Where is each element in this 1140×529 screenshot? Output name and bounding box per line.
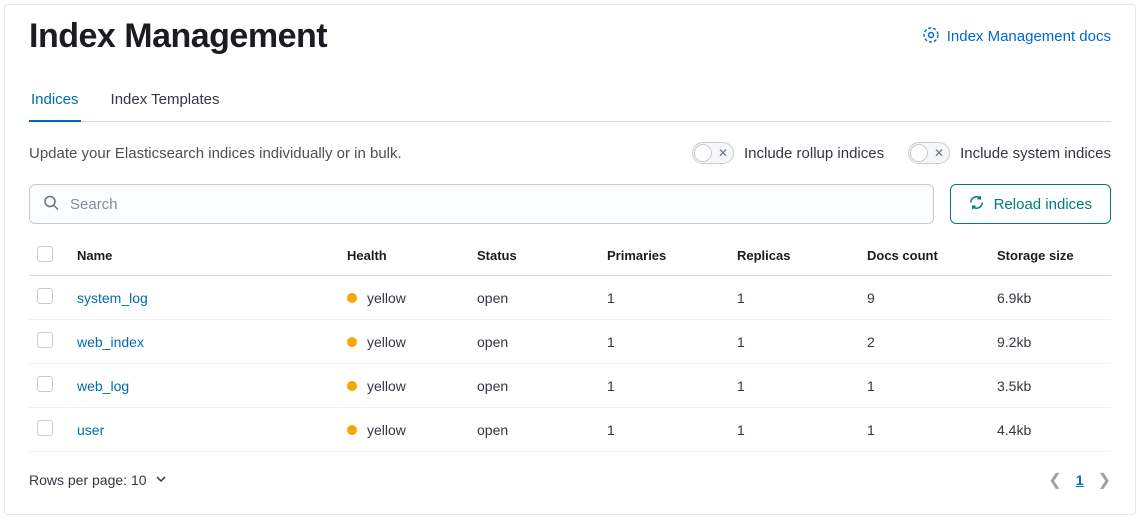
health-text: yellow — [367, 422, 406, 438]
primaries-cell: 1 — [599, 364, 729, 408]
table-row: useryellowopen1114.4kb — [29, 408, 1111, 452]
status-cell: open — [469, 276, 599, 320]
docs-link-label: Index Management docs — [947, 28, 1111, 45]
col-header-docs[interactable]: Docs count — [859, 236, 989, 276]
col-header-storage[interactable]: Storage size — [989, 236, 1111, 276]
status-cell: open — [469, 320, 599, 364]
status-cell: open — [469, 364, 599, 408]
index-name-link[interactable]: user — [77, 422, 104, 438]
tab-indices[interactable]: Indices — [29, 81, 81, 122]
tabs: Indices Index Templates — [29, 80, 1111, 122]
docs-cell: 1 — [859, 364, 989, 408]
replicas-cell: 1 — [729, 408, 859, 452]
toggle-off-icon: ✕ — [718, 146, 728, 160]
filter-description: Update your Elasticsearch indices indivi… — [29, 145, 402, 162]
rows-per-page-select[interactable]: Rows per page: 10 — [29, 472, 167, 488]
row-checkbox[interactable] — [37, 332, 53, 348]
replicas-cell: 1 — [729, 364, 859, 408]
toggle-off-icon: ✕ — [934, 146, 944, 160]
index-name-link[interactable]: web_log — [77, 378, 129, 394]
storage-cell: 3.5kb — [989, 364, 1111, 408]
search-input[interactable] — [29, 184, 934, 224]
chevron-down-icon — [155, 472, 167, 488]
storage-cell: 9.2kb — [989, 320, 1111, 364]
health-dot-icon — [347, 381, 357, 391]
pager-prev[interactable]: ❮ — [1048, 470, 1061, 490]
col-header-status[interactable]: Status — [469, 236, 599, 276]
primaries-cell: 1 — [599, 320, 729, 364]
docs-cell: 1 — [859, 408, 989, 452]
primaries-cell: 1 — [599, 276, 729, 320]
row-checkbox[interactable] — [37, 420, 53, 436]
pagination: ❮ 1 ❯ — [1048, 470, 1111, 490]
table-row: web_indexyellowopen1129.2kb — [29, 320, 1111, 364]
health-text: yellow — [367, 334, 406, 350]
docs-cell: 2 — [859, 320, 989, 364]
col-header-health[interactable]: Health — [339, 236, 469, 276]
row-checkbox[interactable] — [37, 376, 53, 392]
health-dot-icon — [347, 337, 357, 347]
storage-cell: 4.4kb — [989, 408, 1111, 452]
table-row: web_logyellowopen1113.5kb — [29, 364, 1111, 408]
search-icon — [43, 195, 59, 214]
health-text: yellow — [367, 378, 406, 394]
health-dot-icon — [347, 293, 357, 303]
pager-current[interactable]: 1 — [1076, 472, 1084, 488]
row-checkbox[interactable] — [37, 288, 53, 304]
table-row: system_logyellowopen1196.9kb — [29, 276, 1111, 320]
indices-table: Name Health Status Primaries Replicas Do… — [29, 236, 1111, 452]
page-title: Index Management — [29, 17, 327, 56]
select-all-checkbox[interactable] — [37, 246, 53, 262]
replicas-cell: 1 — [729, 320, 859, 364]
toggle-system-indices[interactable]: ✕ — [908, 142, 950, 164]
toggle-rollup-label: Include rollup indices — [744, 145, 884, 162]
health-text: yellow — [367, 290, 406, 306]
col-header-primaries[interactable]: Primaries — [599, 236, 729, 276]
docs-cell: 9 — [859, 276, 989, 320]
reload-button-label: Reload indices — [994, 196, 1092, 213]
toggle-rollup-indices[interactable]: ✕ — [692, 142, 734, 164]
pager-next[interactable]: ❯ — [1098, 470, 1111, 490]
tab-index-templates[interactable]: Index Templates — [109, 81, 222, 122]
docs-link[interactable]: Index Management docs — [923, 27, 1111, 47]
col-header-name[interactable]: Name — [69, 236, 339, 276]
refresh-icon — [969, 195, 984, 214]
rows-per-page-label: Rows per page: 10 — [29, 472, 147, 488]
reload-indices-button[interactable]: Reload indices — [950, 184, 1111, 224]
index-name-link[interactable]: web_index — [77, 334, 144, 350]
storage-cell: 6.9kb — [989, 276, 1111, 320]
help-icon — [923, 27, 939, 47]
primaries-cell: 1 — [599, 408, 729, 452]
status-cell: open — [469, 408, 599, 452]
col-header-replicas[interactable]: Replicas — [729, 236, 859, 276]
index-name-link[interactable]: system_log — [77, 290, 148, 306]
replicas-cell: 1 — [729, 276, 859, 320]
health-dot-icon — [347, 425, 357, 435]
toggle-system-label: Include system indices — [960, 145, 1111, 162]
